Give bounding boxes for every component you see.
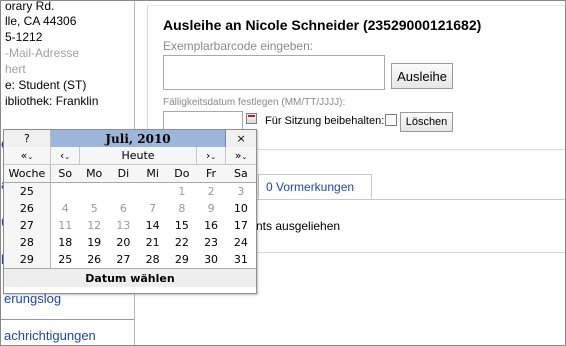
calendar-day (138, 183, 167, 201)
calendar-close-button[interactable]: × (225, 130, 256, 147)
calendar-week-number: 29 (4, 251, 51, 269)
calendar-day[interactable]: 25 (50, 251, 79, 269)
calendar-month-title: Juli, 2010 (49, 130, 227, 147)
window-frame: orary Rd. lle, CA 44306 5-1212 -Mail-Adr… (0, 0, 566, 346)
calendar-day[interactable]: 13 (109, 217, 138, 234)
calendar-day[interactable]: 1 (167, 183, 196, 201)
calendar-week-number: 26 (4, 200, 51, 217)
calendar-day (109, 183, 138, 201)
calendar-status-bar: Datum wählen (4, 268, 256, 287)
calendar-day[interactable]: 28 (138, 251, 167, 269)
calendar-day[interactable]: 11 (50, 217, 79, 234)
calendar-prev-month-button[interactable]: ‹⌄ (50, 147, 81, 165)
calendar-week-number: 25 (4, 182, 51, 200)
clear-button[interactable]: Löschen (400, 112, 453, 132)
calendar-day[interactable]: 7 (138, 200, 167, 217)
calendar-weekday-header: Di (108, 164, 139, 183)
calendar-next-year-button[interactable]: »⌄ (225, 147, 256, 165)
due-date-label: Fälligkeitsdatum festlegen (MM/TT/JJJJ): (163, 97, 346, 108)
calendar-weekday-header: So (50, 164, 80, 183)
calendar-day[interactable]: 31 (226, 251, 256, 269)
tab-holds[interactable]: 0 Vormerkungen (266, 180, 354, 194)
patron-email-missing: -Mail-Adresse (5, 46, 80, 60)
calendar-day[interactable]: 29 (167, 251, 196, 269)
calendar-prev-year-button[interactable]: «⌄ (4, 147, 51, 165)
barcode-label: Exemplarbarcode eingeben: (163, 39, 314, 53)
calendar-today-button[interactable]: Heute (79, 147, 197, 165)
patron-phone: 5-1212 (5, 30, 43, 44)
calendar-day[interactable]: 3 (226, 183, 256, 201)
calendar-week-number: 27 (4, 217, 51, 234)
calendar-day[interactable]: 18 (50, 234, 79, 251)
calendar-day[interactable]: 21 (138, 234, 167, 251)
calendar-week-header: Woche (4, 164, 51, 183)
calendar-day[interactable]: 9 (196, 200, 225, 217)
patron-library: ibliothek: Franklin (5, 94, 99, 108)
calendar-day[interactable]: 17 (226, 217, 256, 234)
barcode-input[interactable] (163, 55, 385, 90)
patron-address-line2: lle, CA 44306 (5, 14, 77, 28)
patron-address-line1: orary Rd. (5, 1, 55, 13)
patron-category: e: Student (ST) (5, 78, 87, 92)
calendar-help-button[interactable]: ? (4, 130, 51, 147)
calendar-day[interactable]: 19 (80, 234, 109, 251)
calendar-day[interactable]: 12 (80, 217, 109, 234)
calendar-weekday-header: Mi (138, 164, 168, 183)
calendar-icon[interactable] (246, 113, 257, 124)
calendar-week-number: 28 (4, 234, 51, 251)
calendar-day[interactable]: 15 (167, 217, 196, 234)
calendar-day[interactable]: 26 (80, 251, 109, 269)
remember-checkbox[interactable] (385, 114, 397, 126)
calendar-day[interactable]: 22 (167, 234, 196, 251)
remember-label: Für Sitzung beibehalten: (265, 115, 385, 127)
sidebar-item-notifications[interactable]: achrichtigungen (4, 328, 134, 343)
calendar-day[interactable]: 24 (226, 234, 256, 251)
calendar-day (50, 183, 79, 201)
calendar-day[interactable]: 2 (196, 183, 225, 201)
calendar-day[interactable]: 16 (196, 217, 225, 234)
calendar-day[interactable]: 4 (50, 200, 79, 217)
calendar-weekday-header: Sa (225, 164, 256, 183)
patron-email-missing-2: hert (5, 62, 26, 76)
calendar-day[interactable]: 5 (80, 200, 109, 217)
calendar-weekday-header: Mo (79, 164, 109, 183)
calendar-day[interactable]: 27 (109, 251, 138, 269)
checkout-button[interactable]: Ausleihe (391, 63, 453, 89)
calendar-weekday-header: Do (167, 164, 197, 183)
calendar-weekday-header: Fr (196, 164, 226, 183)
calendar-day[interactable]: 30 (196, 251, 225, 269)
calendar-day[interactable]: 10 (226, 200, 256, 217)
sidebar-divider (1, 319, 134, 320)
calendar-next-month-button[interactable]: ›⌄ (196, 147, 227, 165)
due-date-input[interactable] (163, 111, 243, 131)
calendar-day[interactable]: 6 (109, 200, 138, 217)
checkouts-message: nts ausgeliehen (256, 219, 341, 233)
calendar-day (80, 183, 109, 201)
page-title: Ausleihe an Nicole Schneider (2352900012… (163, 17, 482, 33)
calendar-popup: ? Juli, 2010 × «⌄ ‹⌄ Heute ›⌄ »⌄ Woche S… (3, 129, 257, 294)
calendar-day[interactable]: 14 (138, 217, 167, 234)
calendar-day[interactable]: 8 (167, 200, 196, 217)
calendar-day[interactable]: 20 (109, 234, 138, 251)
calendar-day[interactable]: 23 (196, 234, 225, 251)
